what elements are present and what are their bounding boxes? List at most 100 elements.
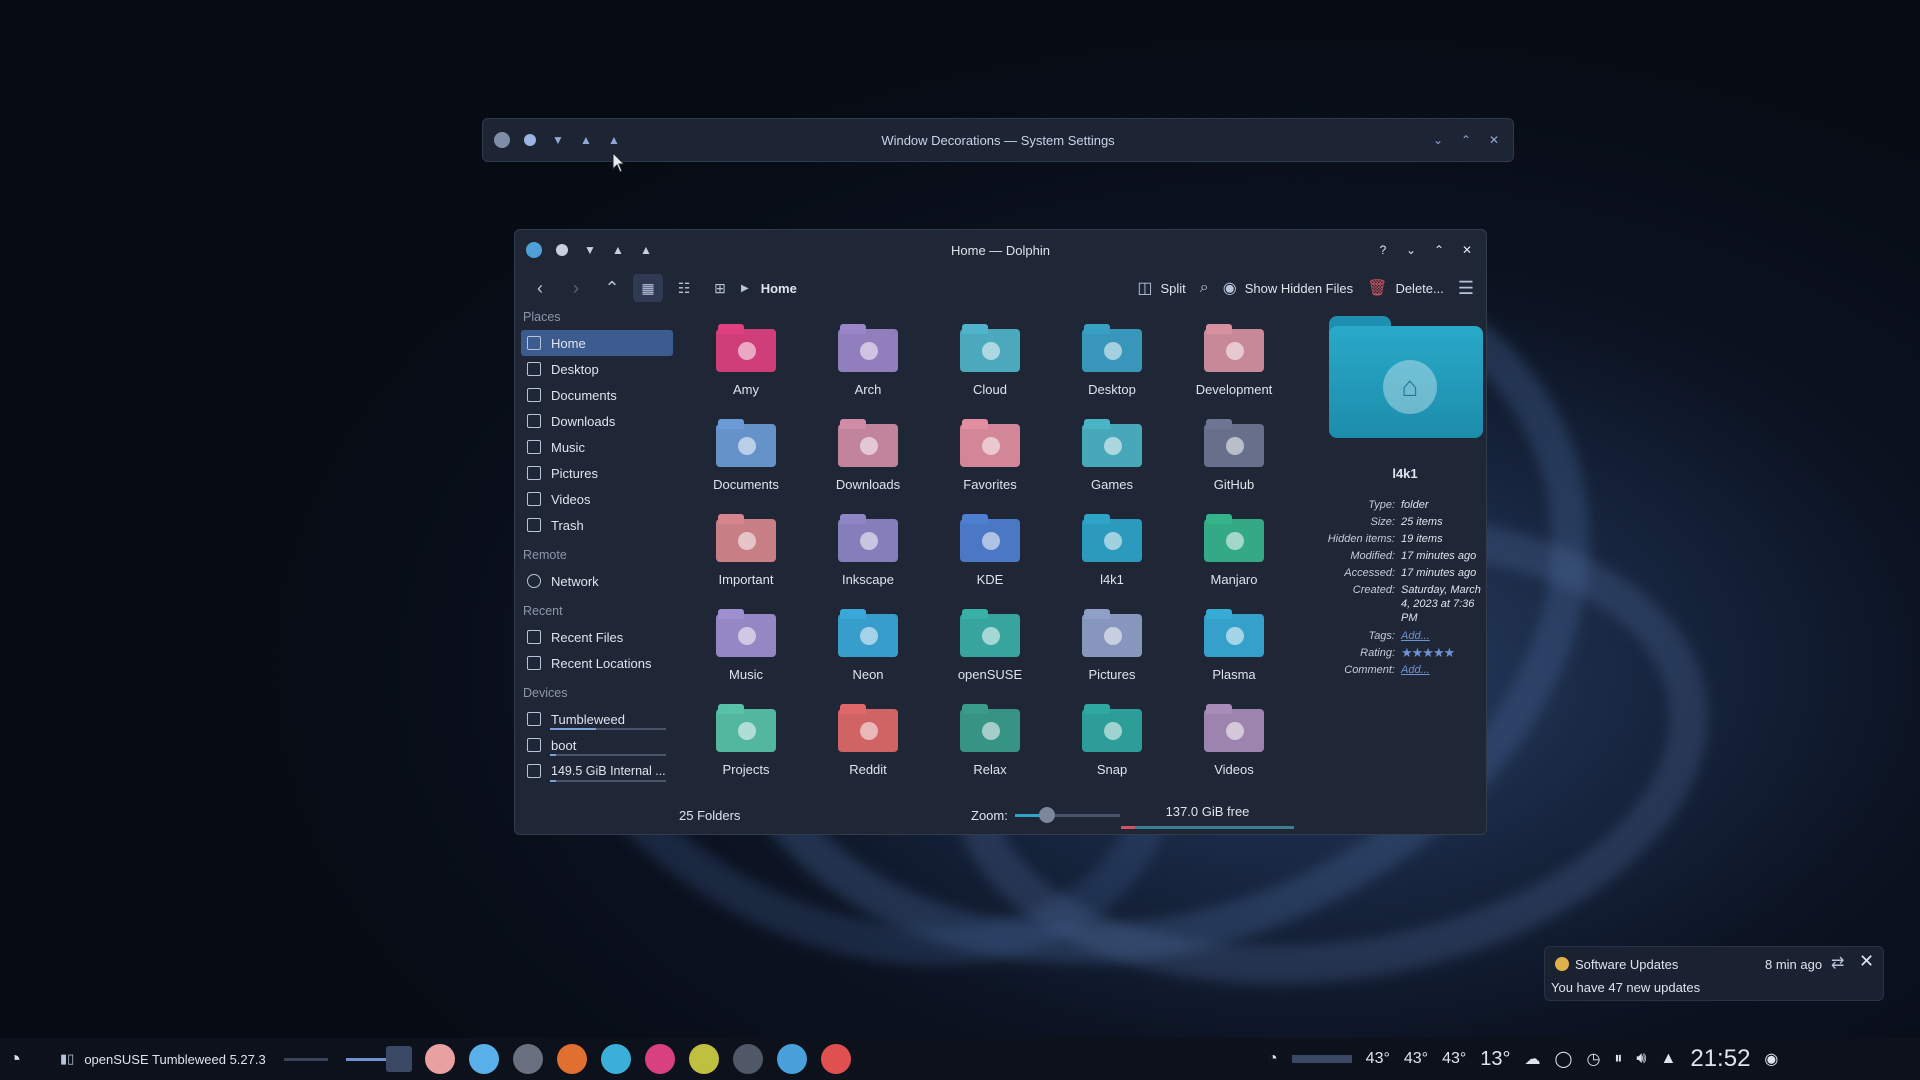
digital-clock[interactable]: 21:52 [1690,1045,1750,1073]
sidebar-device-tumbleweed[interactable]: Tumbleweed [521,706,673,732]
folder-item[interactable]: Relax [929,702,1051,787]
folder-item[interactable]: Reddit [807,702,929,787]
search-button[interactable]: ⌕ [1200,279,1209,297]
sidebar-item-network[interactable]: Network [521,568,673,594]
sidebar-item-trash[interactable]: Trash [521,512,673,538]
back-button[interactable]: ‹ [525,274,555,302]
folder-item[interactable]: Favorites [929,417,1051,502]
split-button[interactable]: ◫ Split [1137,278,1185,298]
active-window-indicator[interactable] [386,1038,412,1080]
close-button[interactable]: ✕ [1458,241,1476,259]
delete-button[interactable]: 🗑︎ Delete... [1367,278,1444,298]
taskbar-app-icon[interactable] [777,1044,807,1074]
close-notification-button[interactable]: ✕ [1859,951,1874,972]
window-menu-button[interactable] [493,131,511,149]
pause-icon[interactable]: ⏸ [1614,1050,1622,1068]
show-desktop-icon[interactable]: ◉ [1764,1049,1778,1069]
breadcrumb-home[interactable]: Home [761,281,797,296]
sidebar-item-recent-locations[interactable]: Recent Locations [521,650,673,676]
icons-view-button[interactable]: ▦ [633,274,663,302]
configure-notification-button[interactable]: ⇄ [1831,953,1844,973]
folder-item[interactable]: Arch [807,322,929,407]
folder-item[interactable]: Documents [685,417,807,502]
sidebar-item-recent-files[interactable]: Recent Files [521,624,673,650]
system-settings-window[interactable]: ▼ ▲ ▲ Window Decorations — System Settin… [482,118,1514,162]
help-button[interactable]: ? [1374,241,1392,259]
taskbar-app-icon[interactable] [601,1044,631,1074]
compact-view-button[interactable]: ☷ [669,274,699,302]
maximize-button[interactable]: ⌃ [1457,131,1475,149]
keep-on-all-desktops-button[interactable] [521,131,539,149]
folder-item[interactable]: Amy [685,322,807,407]
maximize-button[interactable]: ⌃ [1430,241,1448,259]
folder-item[interactable]: Music [685,607,807,692]
folder-item[interactable]: openSUSE [929,607,1051,692]
taskbar-app-icon[interactable] [513,1044,543,1074]
folder-item[interactable]: Snap [1051,702,1173,787]
cloud-icon[interactable]: ☁ [1525,1049,1541,1069]
add-comment-link[interactable]: Add... [1401,663,1485,677]
sidebar-item-videos[interactable]: Videos [521,486,673,512]
folder-item[interactable]: Manjaro [1173,512,1295,597]
sidebar-item-desktop[interactable]: Desktop [521,356,673,382]
hamburger-menu-button[interactable]: ☰ [1458,278,1474,299]
sidebar-item-music[interactable]: Music [521,434,673,460]
application-launcher[interactable]: ◔ [8,1038,21,1080]
minimize-button[interactable]: ⌄ [1429,131,1447,149]
folder-item[interactable]: GitHub [1173,417,1295,502]
folder-item[interactable]: Plasma [1173,607,1295,692]
shade-button[interactable]: ▼ [581,241,599,259]
expand-tray-icon[interactable]: ▲ [1661,1050,1677,1068]
update-tray-icon[interactable]: ◯ [1555,1049,1573,1069]
weather-temp[interactable]: 13° [1480,1048,1510,1071]
volume-icon[interactable]: 🔊︎ [1636,1050,1646,1068]
add-tags-link[interactable]: Add... [1401,629,1485,643]
sidebar-device-internal[interactable]: 149.5 GiB Internal ... [521,758,673,784]
keep-above-alt-button[interactable]: ▲ [637,241,655,259]
show-hidden-files-button[interactable]: ◉ Show Hidden Files [1223,278,1353,298]
details-view-button[interactable]: ⊞ [705,274,735,302]
folder-item[interactable]: Desktop [1051,322,1173,407]
sidebar-item-pictures[interactable]: Pictures [521,460,673,486]
taskbar-app-icon[interactable] [733,1044,763,1074]
folder-item[interactable]: Projects [685,702,807,787]
opensuse-tray-icon[interactable]: ◔ [1268,1050,1278,1068]
disk-temp[interactable]: 43° [1442,1050,1466,1068]
folder-item[interactable]: Videos [1173,702,1295,787]
sidebar-item-home[interactable]: Home [521,330,673,356]
taskbar-app-icon[interactable] [645,1044,675,1074]
taskbar-app-icon[interactable] [821,1044,851,1074]
folder-item[interactable]: KDE [929,512,1051,597]
folder-item[interactable]: Pictures [1051,607,1173,692]
notification-popup[interactable]: Software Updates 8 min ago ⇄ ✕ You have … [1544,946,1884,1001]
folder-item[interactable]: Games [1051,417,1173,502]
sidebar-device-boot[interactable]: boot [521,732,673,758]
taskbar-app-icon[interactable] [557,1044,587,1074]
gpu-temp[interactable]: 43° [1404,1050,1428,1068]
keep-above-alt-button[interactable]: ▲ [605,131,623,149]
rating-stars[interactable]: ★★★★★ [1401,646,1485,660]
taskbar-app-icon[interactable] [689,1044,719,1074]
forward-button[interactable]: › [561,274,591,302]
keep-on-all-desktops-button[interactable] [553,241,571,259]
dolphin-window[interactable]: ▼ ▲ ▲ Home — Dolphin ? ⌄ ⌃ ✕ ‹ › ⌃ ▦ ☷ ⊞… [514,229,1487,835]
folder-item[interactable]: Downloads [807,417,929,502]
pager-widget[interactable]: ▮▯ openSUSE Tumbleweed 5.27.3 [60,1038,390,1080]
system-monitor-graph[interactable] [1291,1055,1352,1063]
media-player-icon[interactable]: ◷ [1586,1049,1600,1069]
zoom-slider-handle[interactable] [1038,807,1055,823]
folder-item[interactable]: Inkscape [807,512,929,597]
up-button[interactable]: ⌃ [597,274,627,302]
folder-item[interactable]: Cloud [929,322,1051,407]
minimize-button[interactable]: ⌄ [1402,241,1420,259]
free-space[interactable]: 137.0 GiB free [1121,804,1294,819]
folder-item[interactable]: Development [1173,322,1295,407]
sidebar-item-documents[interactable]: Documents [521,382,673,408]
folder-item[interactable]: Important [685,512,807,597]
folder-item[interactable]: Neon [807,607,929,692]
sidebar-item-downloads[interactable]: Downloads [521,408,673,434]
window-menu-button[interactable] [525,241,543,259]
taskbar-app-icon[interactable] [469,1044,499,1074]
folder-item[interactable]: l4k1 [1051,512,1173,597]
zoom-slider[interactable] [1015,814,1120,817]
